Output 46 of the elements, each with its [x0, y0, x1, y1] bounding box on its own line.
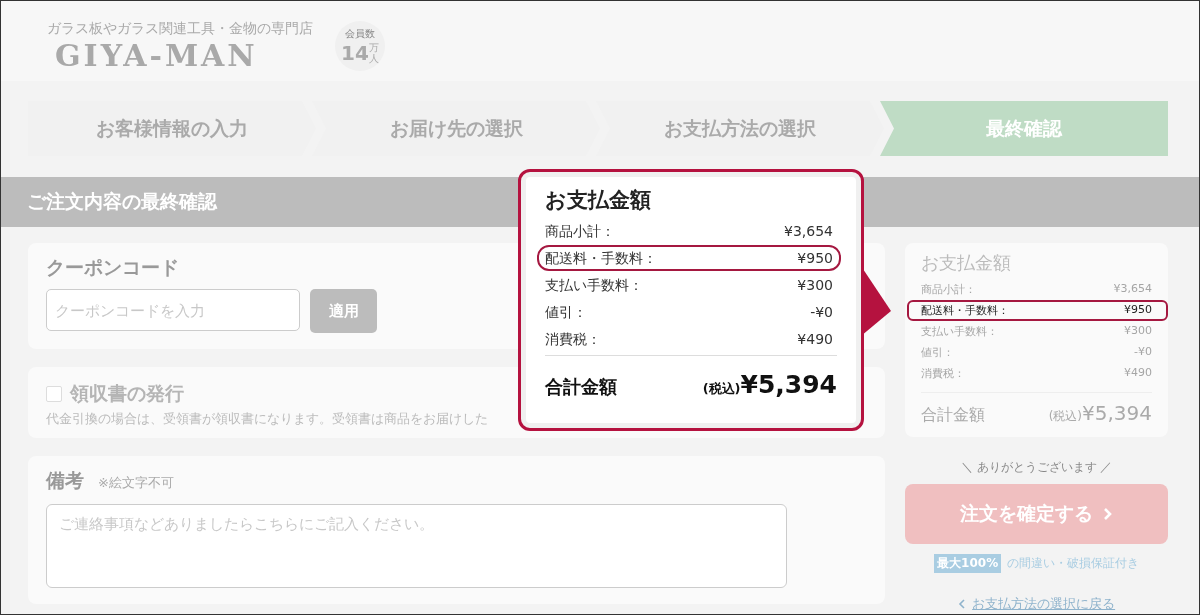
summary-value: -¥0: [810, 304, 833, 319]
store-logo[interactable]: GIYA-MAN: [55, 37, 313, 73]
tax-note: (税込): [702, 381, 741, 396]
receipt-note: 代金引換の場合は、受領書が領収書になります。受領書は商品をお届けした: [46, 411, 489, 428]
summary-value: ¥490: [797, 331, 833, 346]
summary-label: 値引：: [545, 304, 587, 319]
summary-label: 配送料・手数料：: [545, 250, 657, 265]
store-tagline: ガラス板やガラス関連工具・金物の専門店: [47, 19, 313, 38]
coupon-title: クーポンコード: [46, 255, 179, 280]
member-count-label: 会員数: [345, 27, 375, 41]
checkout-step: 最終確認: [880, 101, 1168, 156]
member-count: 14: [341, 41, 369, 65]
member-count-unit: 万人: [368, 42, 379, 64]
summary-value: ¥490: [1124, 366, 1152, 381]
confirm-order-button[interactable]: 注文を確定する: [905, 484, 1168, 544]
total-label: 合計金額: [921, 405, 986, 426]
summary-title: お支払金額: [920, 251, 1013, 275]
chevron-right-icon: [1103, 507, 1114, 521]
guarantee-text: の間違い・破損保証付き: [1007, 555, 1140, 572]
guarantee-badge: 最大100%: [934, 554, 1002, 573]
summary-value: ¥300: [1124, 324, 1152, 339]
summary-value: -¥0: [1134, 345, 1152, 360]
back-link[interactable]: お支払方法の選択に戻る: [972, 595, 1116, 613]
summary-value: ¥950: [1124, 303, 1152, 318]
receipt-label: 領収書の発行: [70, 381, 184, 406]
summary-label: 配送料・手数料：: [921, 303, 1010, 318]
receipt-checkbox[interactable]: [46, 386, 62, 402]
remarks-title: 備考: [46, 468, 84, 493]
remarks-note: ※絵文字不可: [98, 474, 174, 492]
summary-label: 支払い手数料：: [921, 324, 999, 339]
summary-label: 支払い手数料：: [545, 277, 643, 292]
chevron-left-icon: [958, 599, 967, 609]
summary-value: ¥300: [797, 277, 833, 292]
summary-label: 消費税：: [921, 366, 966, 381]
summary-label: 商品小計：: [921, 282, 977, 297]
total-value: ¥5,394: [740, 370, 837, 399]
summary-label: 消費税：: [545, 331, 601, 346]
thanks-text: ＼ ありがとうございます ／: [959, 459, 1114, 476]
summary-title: お支払金額: [545, 187, 652, 214]
total-label: 合計金額: [545, 375, 617, 399]
summary-label: 値引：: [921, 345, 955, 360]
apply-button[interactable]: 適用: [310, 289, 377, 333]
summary-value: ¥950: [797, 250, 833, 265]
tax-note: (税込): [1048, 409, 1082, 423]
summary-value: ¥3,654: [1113, 282, 1152, 297]
total-value: ¥5,394: [1082, 401, 1152, 425]
